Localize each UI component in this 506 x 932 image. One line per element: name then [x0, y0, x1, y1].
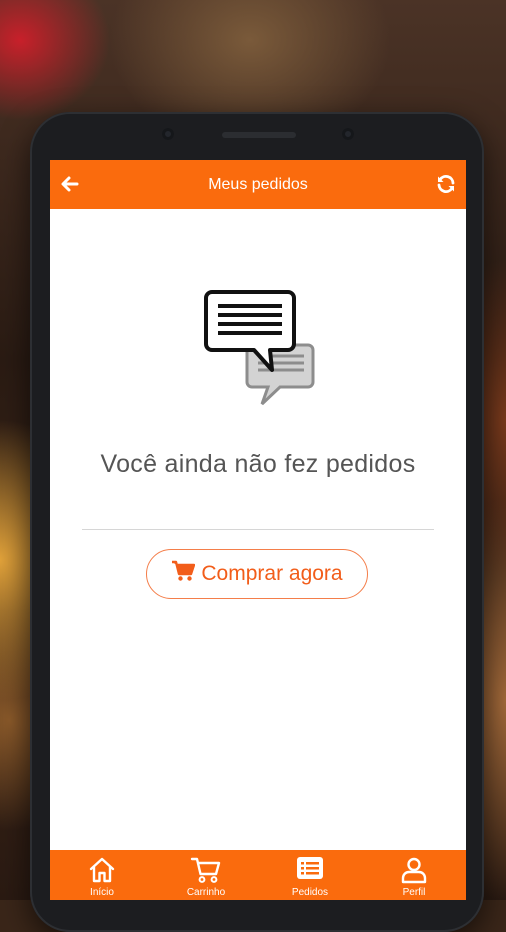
list-icon: [297, 857, 323, 879]
sensor: [162, 128, 174, 140]
nav-label: Pedidos: [291, 887, 329, 898]
shopping-cart-icon: [171, 560, 196, 588]
nav-item-perfil[interactable]: Perfil: [362, 850, 466, 900]
buy-now-button[interactable]: Comprar agora: [146, 549, 368, 599]
nav-item-inicio[interactable]: Início: [50, 850, 154, 900]
buy-now-label: Comprar agora: [201, 562, 343, 585]
user-icon: [401, 857, 427, 884]
nav-item-carrinho[interactable]: Carrinho: [154, 850, 258, 900]
nav-label: Início: [90, 887, 114, 898]
page-title: Meus pedidos: [208, 176, 308, 193]
empty-state-message: Você ainda não fez pedidos: [100, 450, 416, 478]
nav-label: Perfil: [402, 887, 426, 898]
chat-bubbles-icon: [200, 288, 320, 410]
bottom-navigation: Início Carrinho Pedidos Perfil: [50, 850, 466, 900]
nav-item-pedidos[interactable]: Pedidos: [258, 850, 362, 900]
cart-icon: [190, 857, 221, 883]
home-icon: [89, 857, 115, 883]
refresh-icon[interactable]: [434, 172, 458, 196]
nav-label: Carrinho: [186, 887, 226, 898]
divider: [82, 529, 434, 530]
front-camera: [342, 128, 354, 140]
top-app-bar: Meus pedidos: [50, 160, 466, 209]
app-screen: Meus pedidos Você ainda não fez pedidos: [50, 160, 466, 900]
earpiece-speaker: [222, 132, 296, 138]
